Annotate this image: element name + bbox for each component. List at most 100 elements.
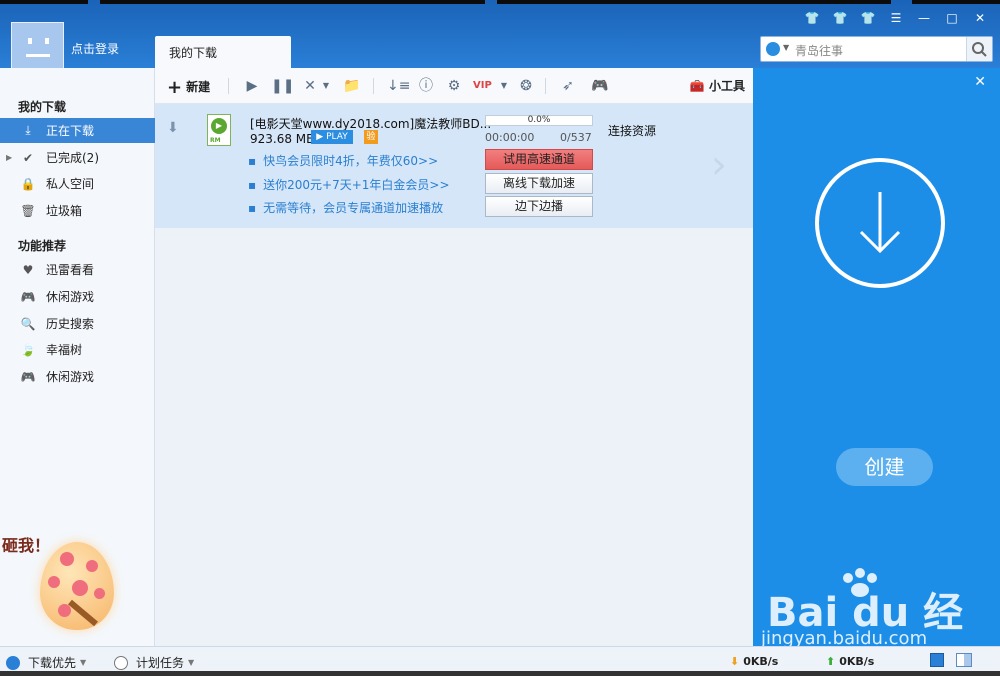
promo-link[interactable]: 快鸟会员限时4折，年费仅60>>	[248, 152, 438, 169]
chevron-down-icon: ▼	[80, 658, 87, 667]
toolbar: + 新建 ▶ ❚❚ ✕ ▼ 📁 ↓≡ ⓘ ⚙ VIP ▼ ❂ ➶ 🎮 🧰 小工具	[155, 68, 753, 104]
close-icon[interactable]: ✕	[974, 74, 986, 90]
new-task-button[interactable]: + 新建	[167, 77, 210, 98]
sidebar-item-label: 幸福树	[46, 343, 83, 357]
try-high-speed-button[interactable]: 试用高速通道	[485, 149, 593, 170]
gamepad-icon[interactable]: 🎮	[591, 77, 609, 95]
sort-icon[interactable]: ↓≡	[387, 77, 410, 95]
progress-text: 0.0%	[527, 115, 551, 125]
gear-icon[interactable]: ⚙	[445, 77, 463, 95]
right-panel: ✕ 创建 Bai du 经验 jingyan.baidu.com	[753, 68, 1000, 676]
heart-shield-icon: ♥	[22, 262, 34, 277]
title-bar: 点击登录 我的下载 👕 👕 👕 ☰ — □ ✕ ▼ 青岛往事	[0, 0, 1000, 75]
leaf-icon: 🍃	[20, 342, 36, 357]
promo-link[interactable]: 送你200元+7天+1年白金会员>>	[248, 176, 449, 193]
file-type-label: RM	[210, 137, 221, 144]
offline-accelerate-button[interactable]: 离线下载加速	[485, 173, 593, 194]
info-icon[interactable]: ⓘ	[417, 77, 435, 95]
priority-label: 下载优先	[28, 656, 77, 670]
shirt-icon[interactable]: 👕	[856, 9, 880, 27]
download-speed: ⬇ 0KB/s	[730, 655, 778, 668]
pause-icon[interactable]: ❚❚	[271, 77, 294, 95]
chevron-down-icon[interactable]: ▼	[783, 43, 789, 52]
search-box[interactable]: ▼ 青岛往事	[760, 36, 993, 62]
video-file-icon: ▶ RM	[207, 114, 231, 146]
bottom-edge-strip	[0, 671, 1000, 676]
browser-icon	[766, 42, 780, 56]
avatar-mouth	[26, 54, 50, 57]
minimize-icon[interactable]: —	[912, 9, 936, 27]
top-edge-strip	[912, 0, 1000, 4]
sidebar-item-casual-games[interactable]: 🎮 休闲游戏	[0, 284, 155, 309]
golden-egg-image[interactable]	[40, 542, 114, 630]
login-link[interactable]: 点击登录	[71, 40, 119, 57]
sidebar-item-label: 休闲游戏	[46, 370, 95, 384]
top-edge-strip	[0, 0, 88, 4]
sidebar-item-completed[interactable]: ▶ ✔ 已完成(2)	[0, 145, 155, 170]
arrow-down-icon: ⬇	[730, 655, 740, 668]
plus-icon: +	[167, 77, 183, 98]
scheduled-tasks-dropdown[interactable]: 计划任务 ▼	[114, 654, 194, 671]
sidebar-item-trash[interactable]: 🗑 垃圾箱	[0, 198, 155, 223]
check-icon: ✔	[22, 150, 34, 165]
expand-arrow-icon[interactable]: ▶	[6, 153, 12, 162]
download-icon: ⤓	[25, 123, 31, 137]
top-edge-strip	[497, 0, 891, 4]
sidebar-item-happy-tree[interactable]: 🍃 幸福树	[0, 337, 155, 362]
sidebar-item-label: 私人空间	[46, 177, 95, 191]
download-priority-dropdown[interactable]: 下载优先 ▼	[6, 654, 86, 671]
search-icon: 🔍	[20, 316, 36, 331]
search-icon	[972, 42, 987, 57]
maximize-icon[interactable]: □	[940, 9, 964, 27]
close-icon[interactable]: ✕	[968, 9, 992, 27]
layout-toggle-icon[interactable]	[930, 653, 944, 667]
sidebar-item-casual-games-2[interactable]: 🎮 休闲游戏	[0, 364, 155, 389]
upload-speed: ⬆ 0KB/s	[826, 655, 874, 668]
tab-my-downloads[interactable]: 我的下载	[155, 36, 291, 68]
elapsed-time: 00:00:00	[485, 131, 535, 144]
chevron-right-icon[interactable]: ›	[711, 142, 727, 188]
sidebar-item-downloading[interactable]: ⤓ 正在下载	[0, 118, 155, 143]
split-view-icon[interactable]	[956, 653, 972, 667]
play-icon[interactable]: ▶	[243, 77, 261, 95]
sidebar-item-label: 休闲游戏	[46, 290, 95, 304]
toolbar-divider	[373, 78, 374, 94]
window-controls: 👕 👕 👕 ☰ — □ ✕	[800, 9, 992, 27]
verify-badge[interactable]: 验	[364, 130, 378, 144]
avatar-eye	[45, 38, 49, 44]
progress-bar: 0.0%	[485, 115, 593, 126]
top-edge-strip	[100, 0, 485, 4]
sidebar-item-label: 迅雷看看	[46, 263, 95, 277]
chevron-down-icon[interactable]: ▼	[495, 77, 513, 95]
folder-icon[interactable]: 📁	[343, 77, 361, 95]
shirt-icon[interactable]: 👕	[828, 9, 852, 27]
vip-icon[interactable]: VIP	[473, 77, 492, 95]
play-while-downloading-button[interactable]: 边下边播	[485, 196, 593, 217]
new-task-label: 新建	[186, 80, 211, 94]
search-input[interactable]: 青岛往事	[795, 42, 843, 59]
create-button[interactable]: 创建	[836, 448, 933, 486]
chevron-down-icon[interactable]: ▼	[317, 77, 335, 95]
shirt-icon[interactable]: 👕	[800, 9, 824, 27]
list-item[interactable]: ⬇ ▶ RM [电影天堂www.dy2018.com]魔法教师BD... 923…	[155, 104, 753, 228]
sidebar-item-label: 已完成(2)	[46, 151, 99, 165]
avatar-eye	[28, 38, 32, 44]
film-reel-icon[interactable]: ❂	[517, 77, 535, 95]
play-badge[interactable]: ▶ PLAY	[311, 130, 353, 144]
sidebar-item-label: 历史搜索	[46, 317, 95, 331]
arrow-down-icon	[859, 192, 901, 254]
play-badge-label: PLAY	[326, 132, 348, 142]
promo-link[interactable]: 无需等待，会员专属通道加速播放	[248, 199, 443, 216]
tools-button[interactable]: 🧰 小工具	[690, 77, 745, 94]
menu-icon[interactable]: ☰	[884, 9, 908, 27]
sidebar-item-history-search[interactable]: 🔍 历史搜索	[0, 311, 155, 336]
bird-icon[interactable]: ➶	[559, 77, 577, 95]
sidebar-item-private-space[interactable]: 🔒 私人空间	[0, 171, 155, 196]
arrow-up-icon: ⬆	[826, 655, 836, 668]
sidebar-item-xunlei-kankan[interactable]: ♥ 迅雷看看	[0, 257, 155, 282]
status-text: 连接资源	[608, 124, 657, 138]
search-button[interactable]	[966, 37, 992, 61]
egg-label[interactable]: 砸我！	[2, 532, 50, 556]
egg-dot	[60, 552, 74, 566]
sidebar-item-label: 正在下载	[46, 124, 95, 138]
